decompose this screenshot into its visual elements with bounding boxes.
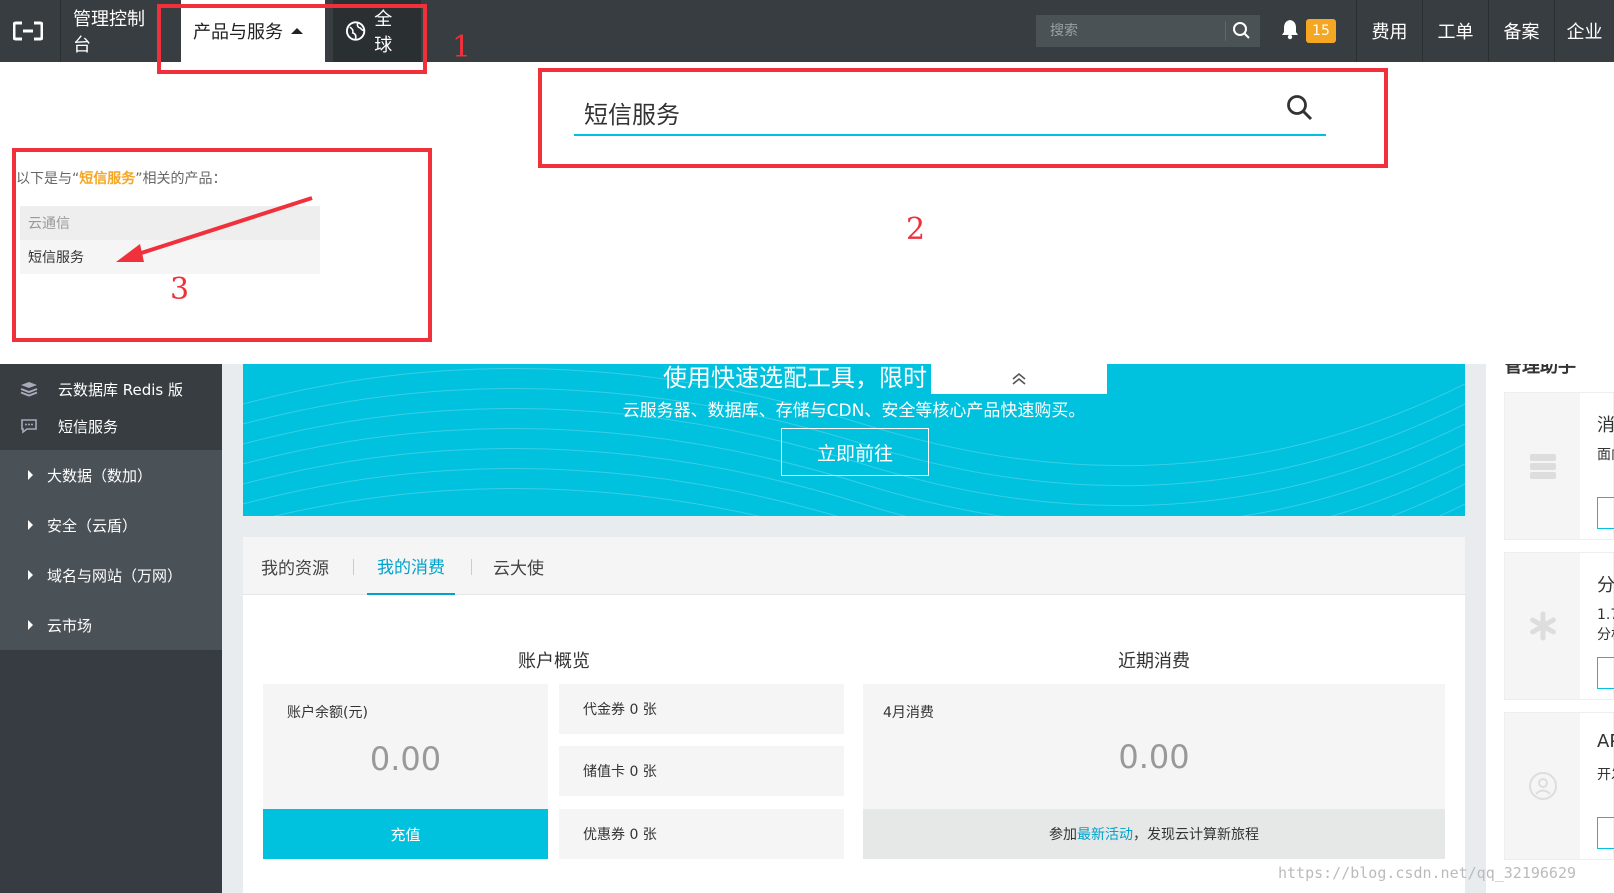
annotation-arrow (116, 196, 313, 262)
watermark: https://blog.csdn.net/qq_32196629 (1278, 864, 1577, 882)
